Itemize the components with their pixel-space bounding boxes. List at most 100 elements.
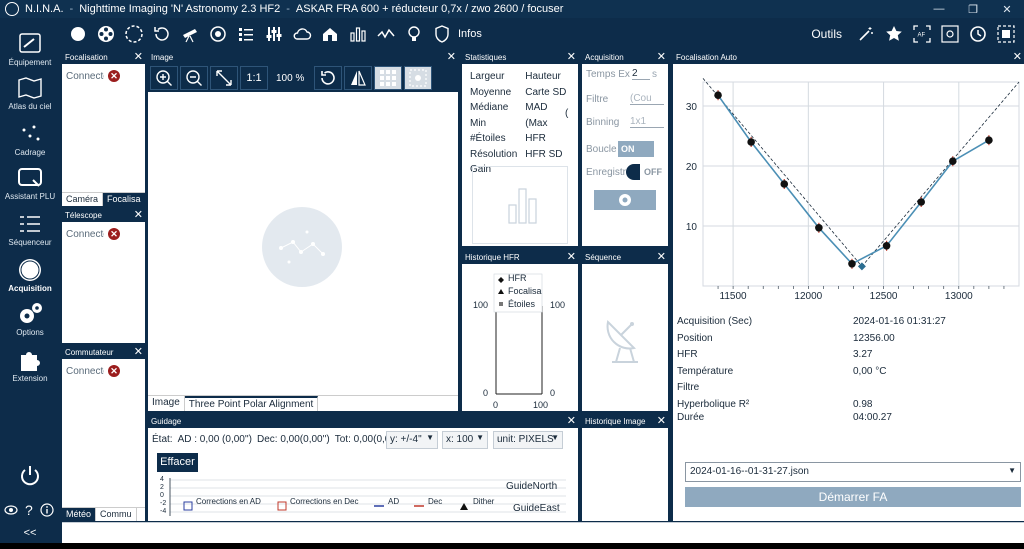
star-detect-icon[interactable] (404, 66, 433, 90)
sidebar-item-assistant-plu[interactable]: Assistant PLU (0, 166, 60, 201)
eye-icon[interactable] (4, 504, 18, 516)
help-icon[interactable]: ? (23, 502, 37, 518)
tab-image[interactable]: Image (148, 396, 185, 411)
panel-body (582, 428, 668, 521)
info-icon[interactable] (40, 503, 54, 517)
graph-icon[interactable] (372, 23, 400, 45)
autofocus-file-select[interactable]: 2024-01-16--01-31-27.json ▼ (685, 462, 1021, 482)
zoom-in-icon[interactable] (150, 66, 178, 90)
minimize-button[interactable]: — (922, 3, 956, 16)
start-capture-button[interactable] (594, 190, 656, 210)
save-toggle[interactable]: OFF (644, 167, 662, 177)
close-icon[interactable]: ✕ (447, 52, 456, 63)
sidebar-item-extension[interactable]: Extension (0, 348, 60, 383)
panel-body: 11500 12000 12500 13000 10 20 30 Acquisition (… (673, 64, 1024, 521)
fit-icon[interactable] (210, 66, 238, 90)
tab-focalisation[interactable]: Focalisa (103, 193, 145, 206)
filter-wheel-icon[interactable] (92, 23, 120, 45)
maximize-button[interactable]: ❐ (956, 3, 990, 16)
dome-icon[interactable] (316, 23, 344, 45)
close-icon[interactable]: ✕ (134, 347, 143, 358)
sidebar-item-atlas[interactable]: Atlas du ciel (0, 76, 60, 111)
exposure-input[interactable]: 2 (632, 68, 650, 80)
filter-icon[interactable] (120, 23, 148, 45)
tab-three-point-polar-alignment[interactable]: Three Point Polar Alignment (184, 396, 319, 411)
autofocus-icon[interactable]: AF (908, 23, 936, 45)
close-icon[interactable]: ✕ (1013, 52, 1022, 63)
sidebar-item-acquisition[interactable]: Acquisition (0, 258, 60, 293)
bulb-icon[interactable] (400, 23, 428, 45)
filter-label: Filtre (586, 93, 609, 105)
y-scale-select[interactable]: y: +/-4" ▼ (386, 431, 438, 449)
x-scale-select[interactable]: x: 100 ▼ (442, 431, 488, 449)
sidebar-item-cadrage[interactable]: Cadrage (0, 122, 60, 157)
panel-title-text: Télescope (65, 211, 102, 220)
binning-select[interactable]: 1x1 (630, 116, 664, 128)
telescope-icon[interactable] (176, 23, 204, 45)
sidebar-item-sequenceur[interactable]: Séquenceur (0, 212, 60, 247)
image-placeholder-icon (262, 207, 342, 287)
start-autofocus-button[interactable]: Démarrer FA (685, 487, 1021, 507)
chevron-down-icon: ▼ (476, 433, 484, 442)
info-key: Position (677, 332, 713, 344)
legend-ra: AD (388, 497, 400, 506)
grid-icon[interactable] (374, 66, 403, 90)
filter-select[interactable]: (Cou (630, 93, 664, 105)
close-icon[interactable]: ✕ (134, 52, 143, 63)
power-icon[interactable] (18, 464, 42, 488)
switch-icon[interactable] (232, 23, 260, 45)
sidebar-item-equipement[interactable]: Équipement (0, 32, 60, 67)
app-window: N.I.N.A. - Nighttime Imaging 'N' Astrono… (0, 0, 1024, 549)
focuser-icon[interactable] (204, 23, 232, 45)
star-icon[interactable] (880, 23, 908, 45)
panel-title-text: Acquisition (585, 53, 624, 62)
history-icon[interactable] (964, 23, 992, 45)
acquisition-panel: Acquisition ✕ Temps Ex 2 s Filtre (Cou Binni… (582, 52, 668, 246)
panel-title: Séquence ✕ (582, 252, 668, 264)
infos-label[interactable]: Infos (458, 28, 482, 40)
tab-commutateur[interactable]: Commu (96, 508, 137, 521)
outils-label[interactable]: Outils (811, 27, 842, 41)
shield-icon[interactable] (428, 23, 456, 45)
info-value: 12356.00 (853, 332, 895, 344)
clear-button[interactable]: Effacer (157, 453, 198, 472)
close-button[interactable]: ✕ (990, 3, 1024, 16)
layout-icon[interactable] (992, 23, 1020, 45)
panel-body: 1:1 100 % Image Three Point Polar Alignm… (148, 64, 458, 411)
equalizer-icon[interactable] (260, 23, 288, 45)
panel-body: État: AD : 0,00 (0,00'') Dec: 0,00(0,00'… (148, 428, 578, 521)
info-value: 2024-01-16 01:31:27 (853, 316, 946, 327)
telescope-icon (19, 33, 41, 53)
loop-toggle[interactable]: ON (618, 141, 654, 157)
chart-icon[interactable] (344, 23, 372, 45)
close-icon[interactable]: ✕ (134, 210, 143, 221)
close-icon[interactable]: ✕ (567, 52, 576, 63)
zoom-out-icon[interactable] (180, 66, 208, 90)
flip-icon[interactable] (344, 66, 373, 90)
rotator-icon[interactable] (148, 23, 176, 45)
chevron-down-icon: ▼ (426, 433, 434, 442)
close-icon[interactable]: ✕ (567, 416, 576, 427)
magic-wand-icon[interactable] (852, 23, 880, 45)
panel-title: Télescope ✕ (62, 210, 145, 222)
unit-select[interactable]: unit: PIXELS ▼ (493, 431, 563, 449)
rotate-icon[interactable] (314, 66, 343, 90)
y-tick: -4 (160, 508, 167, 515)
camera-icon[interactable] (64, 23, 92, 45)
sidebar-item-options[interactable]: Options (0, 302, 60, 337)
collapse-sidebar-button[interactable]: << (0, 527, 60, 539)
tab-meteo[interactable]: Météo (62, 508, 97, 521)
chevron-down-icon: ▼ (551, 433, 559, 442)
guide-north-label: GuideNorth (506, 481, 558, 492)
close-icon[interactable]: ✕ (657, 416, 666, 427)
close-icon[interactable]: ✕ (657, 52, 666, 63)
grid-frame-icon[interactable] (936, 23, 964, 45)
y-tick: 2 (160, 484, 164, 491)
zoom-one-button[interactable]: 1:1 (240, 66, 268, 90)
sidebar-item-label: Assistant PLU (4, 192, 56, 201)
save-toggle-knob[interactable] (626, 164, 640, 180)
cloud-icon[interactable] (288, 23, 316, 45)
close-icon[interactable]: ✕ (567, 252, 576, 263)
close-icon[interactable]: ✕ (657, 252, 666, 263)
tab-camera[interactable]: Caméra (62, 193, 104, 206)
